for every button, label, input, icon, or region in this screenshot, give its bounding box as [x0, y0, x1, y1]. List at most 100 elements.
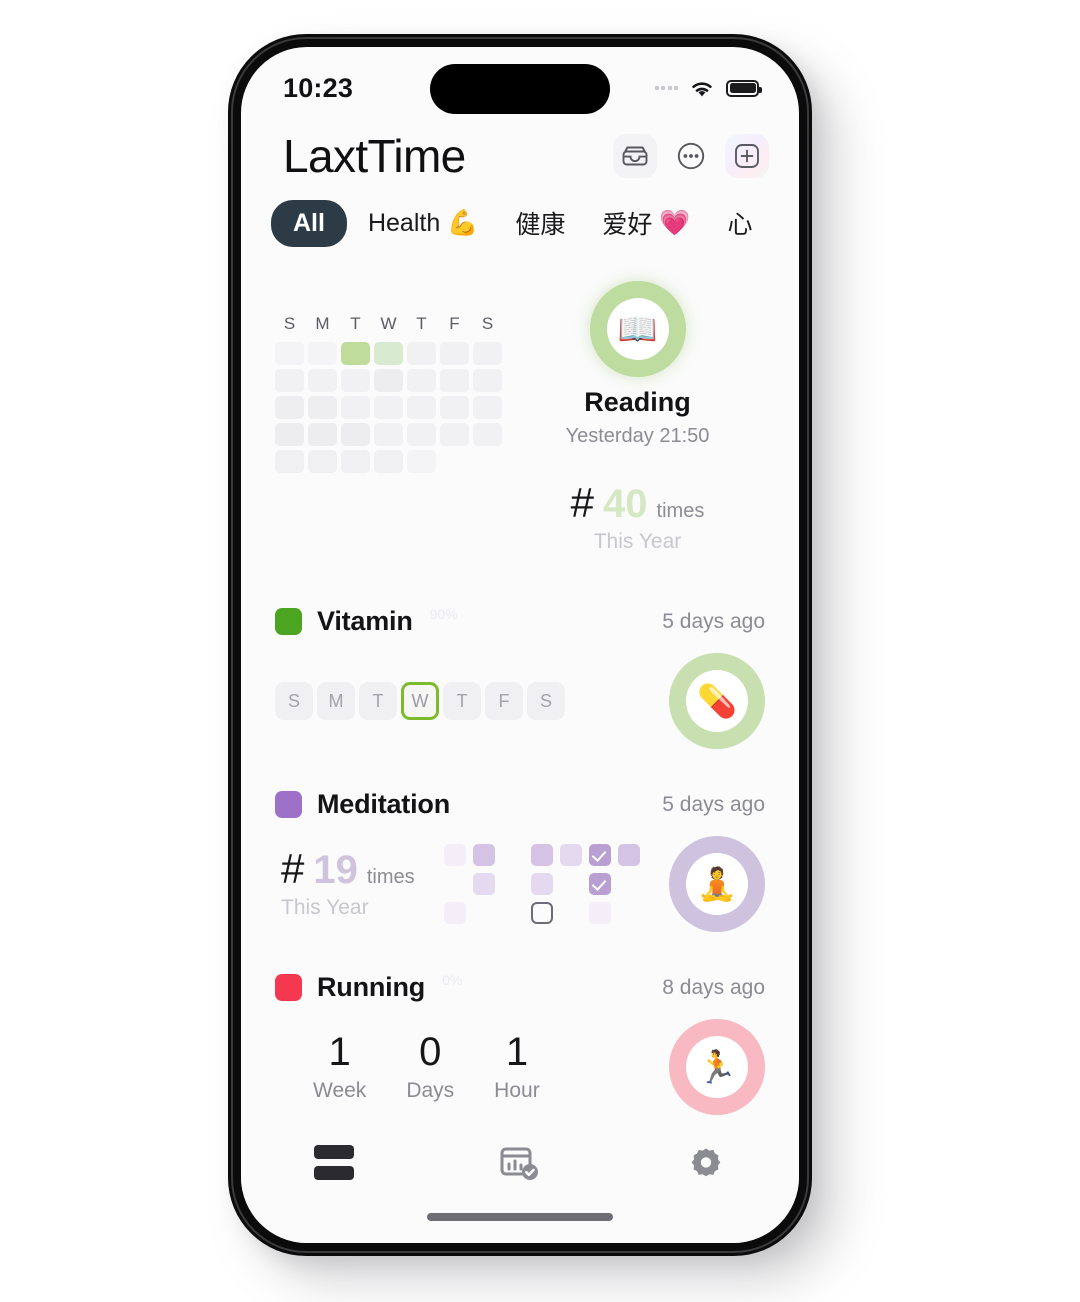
reading-count-period: This Year	[593, 530, 682, 553]
week-cell[interactable]: T	[359, 682, 397, 720]
heatmap-cell	[407, 450, 436, 473]
habit-list: S M T W T F S 📖 Reading Yesterday 21:50 …	[241, 249, 799, 1137]
habit-card-meditation[interactable]: Meditation 5 days ago # 19 times This Ye…	[241, 771, 799, 954]
meditation-ring[interactable]: 🧘	[669, 836, 765, 932]
tab-all[interactable]: All	[271, 199, 347, 247]
heatmap-cell	[407, 396, 436, 419]
add-button[interactable]	[725, 134, 769, 178]
checkbox-cell[interactable]	[444, 873, 466, 895]
tab-health[interactable]: Health 💪	[352, 201, 494, 246]
heatmap-cell	[275, 423, 304, 446]
heatmap-cell	[341, 423, 370, 446]
heatmap-cell	[308, 450, 337, 473]
tab-aihao[interactable]: 爱好 💗	[586, 197, 706, 249]
add-plus-icon	[735, 144, 759, 168]
running-ring[interactable]: 🏃	[669, 1019, 765, 1115]
checkbox-cell[interactable]	[588, 902, 611, 924]
habit-card-reading[interactable]: S M T W T F S 📖 Reading Yesterday 21:50 …	[241, 255, 799, 588]
checkbox-checked[interactable]	[588, 844, 611, 866]
phone-frame: 10:23 LaxtTime All Health 💪 健康 爱好 💗 心 S …	[228, 34, 812, 1256]
meditation-count-value: 19	[313, 848, 358, 892]
heatmap-cell	[473, 342, 502, 365]
vitamin-ring[interactable]: 💊	[669, 653, 765, 749]
heatmap-cell	[407, 423, 436, 446]
checkbox-cell[interactable]	[443, 902, 466, 924]
chart-check-icon	[500, 1147, 538, 1180]
tab-jiankang[interactable]: 健康	[499, 197, 581, 249]
checkbox-cell[interactable]	[559, 844, 582, 866]
meditation-checkbox-grid	[443, 844, 640, 924]
week-cell[interactable]: S	[275, 682, 313, 720]
duration-value: 0	[419, 1030, 442, 1075]
checkbox-cell[interactable]	[473, 902, 495, 924]
week-cell[interactable]: M	[317, 682, 355, 720]
more-button[interactable]	[669, 134, 713, 178]
habit-card-running[interactable]: Running 0% 8 days ago 1 Week 0 Days 1 Ho…	[241, 954, 799, 1137]
checkbox-cell[interactable]	[472, 844, 495, 866]
meditation-count-row: # 19 times	[281, 848, 415, 892]
checkbox-checked[interactable]	[588, 873, 611, 895]
checkbox-cell[interactable]	[560, 902, 582, 924]
dow-label: S	[283, 314, 296, 333]
status-time: 10:23	[283, 72, 354, 103]
duration-item: 0 Days	[406, 1031, 454, 1102]
week-cell[interactable]: S	[527, 682, 565, 720]
gear-icon	[691, 1148, 721, 1177]
tab-stats[interactable]	[427, 1145, 613, 1185]
dow-label: W	[380, 314, 397, 333]
vitamin-last-time: 5 days ago	[662, 609, 765, 633]
checkbox-cell[interactable]	[502, 844, 524, 866]
status-bar: 10:23	[241, 47, 799, 114]
week-cell-today[interactable]: W	[401, 682, 439, 720]
heatmap-cell	[374, 369, 403, 392]
checkbox-cell[interactable]	[530, 844, 553, 866]
tab-xin-label: 心	[727, 211, 753, 239]
running-badge: 0%	[442, 972, 463, 988]
dynamic-island	[430, 64, 610, 114]
week-cell[interactable]: F	[485, 682, 523, 720]
vitamin-header: Vitamin 90% 5 days ago	[275, 606, 765, 637]
reading-count-block: # 40 times This Year	[571, 482, 705, 554]
checkbox-cell[interactable]	[618, 873, 640, 895]
dow-label: T	[350, 314, 361, 333]
heatmap-cell	[341, 396, 370, 419]
checkbox-empty[interactable]	[530, 902, 553, 924]
category-tabs[interactable]: All Health 💪 健康 爱好 💗 心	[241, 183, 799, 249]
reading-count-row: # 40 times	[571, 482, 705, 525]
habit-card-vitamin[interactable]: Vitamin 90% 5 days ago S M T W T F S 💊	[241, 588, 799, 771]
checkbox-cell[interactable]	[502, 873, 524, 895]
checkbox-cell[interactable]	[502, 902, 524, 924]
vitamin-badge: 90%	[429, 606, 458, 622]
heatmap-grid	[275, 342, 502, 473]
screenshot-stage: 10:23 LaxtTime All Health 💪 健康 爱好 💗 心 S …	[0, 0, 1080, 1302]
week-cell[interactable]: T	[443, 682, 481, 720]
tab-list[interactable]	[241, 1145, 427, 1180]
vitamin-color-swatch	[275, 608, 302, 635]
heatmap-cell	[308, 423, 337, 446]
archive-button[interactable]	[613, 134, 657, 178]
heatmap-cell	[440, 423, 469, 446]
tab-xin[interactable]: 心	[712, 197, 769, 249]
vitamin-title: Vitamin	[317, 606, 413, 636]
meditation-color-swatch	[275, 791, 302, 818]
heatmap-cell	[473, 423, 502, 446]
checkbox-cell[interactable]	[443, 844, 466, 866]
heatmap-cell	[275, 396, 304, 419]
checkbox-cell[interactable]	[617, 844, 640, 866]
duration-unit: Week	[313, 1078, 367, 1102]
heatmap-cell	[407, 342, 436, 365]
checkbox-cell[interactable]	[618, 902, 640, 924]
checkbox-cell[interactable]	[472, 873, 495, 895]
checkbox-cell[interactable]	[530, 873, 553, 895]
checkbox-cell[interactable]	[560, 873, 582, 895]
reading-ring[interactable]: 📖	[589, 281, 686, 377]
meditation-header: Meditation 5 days ago	[275, 789, 765, 820]
tab-settings[interactable]	[613, 1145, 799, 1185]
heatmap-cell	[275, 450, 304, 473]
archive-icon	[622, 146, 648, 166]
vitamin-week-strip[interactable]: S M T W T F S	[275, 682, 565, 720]
runner-icon: 🏃	[686, 1036, 748, 1098]
heatmap-cell	[275, 342, 304, 365]
heatmap-cell	[308, 342, 337, 365]
heatmap-cell	[440, 342, 469, 365]
